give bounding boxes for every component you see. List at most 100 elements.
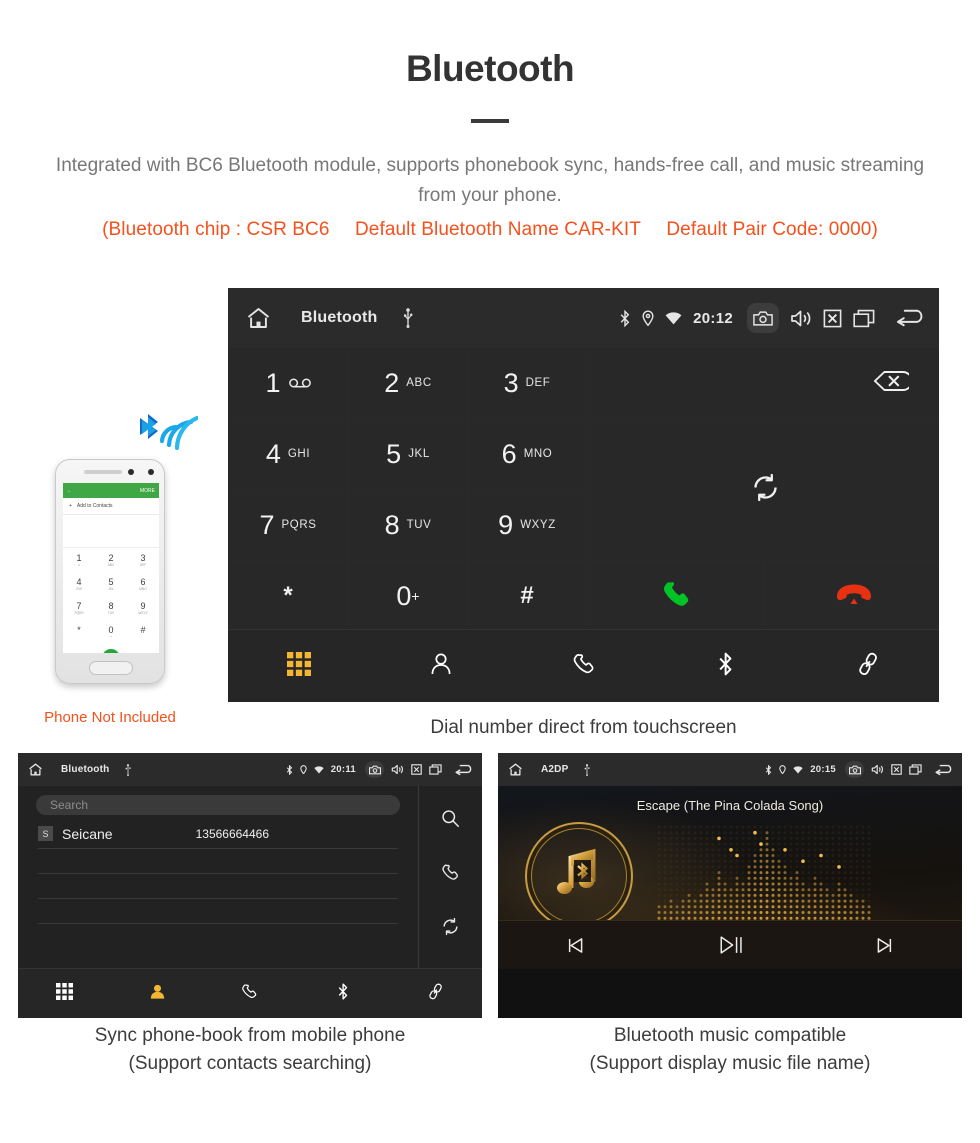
nav-dialpad[interactable] xyxy=(228,630,370,702)
phone-key-number: 9 xyxy=(140,600,146,611)
home-icon[interactable] xyxy=(28,763,43,776)
call-button[interactable] xyxy=(587,561,764,631)
dial-key-7[interactable]: 7 PQRS xyxy=(228,490,348,560)
nav-bluetooth[interactable] xyxy=(655,630,797,702)
close-box-icon[interactable] xyxy=(411,764,422,775)
dial-key-5[interactable]: 5 JKL xyxy=(349,419,467,489)
location-icon xyxy=(779,765,786,774)
bottom-navbar[interactable] xyxy=(228,629,939,702)
statusbar: Bluetooth 20:12 xyxy=(228,288,939,348)
dialpad-grid[interactable]: 1 2 ABC 3 DEF 4 GHI 5 JKL 6 MNO 7 PQRS 8 TUV 9 WXYZ * 0 + # xyxy=(228,348,939,631)
previous-track-icon[interactable] xyxy=(498,935,653,956)
phone-key-*[interactable]: * xyxy=(63,620,95,644)
page-title: Bluetooth xyxy=(405,48,575,89)
caption-line-2: (Support display music file name) xyxy=(589,1053,871,1074)
sync-icon[interactable] xyxy=(441,917,460,941)
hangup-button[interactable] xyxy=(765,561,939,631)
location-icon xyxy=(642,310,654,326)
phone-key-#[interactable]: # xyxy=(127,620,159,644)
music-stage: Escape (The Pina Colada Song) xyxy=(498,786,962,969)
play-pause-icon[interactable] xyxy=(653,932,808,958)
camera-icon[interactable] xyxy=(845,761,864,778)
dial-key-9[interactable]: 9 WXYZ xyxy=(468,490,586,560)
table-row[interactable]: S Seicane 13566664466 xyxy=(38,819,398,849)
dial-key-3[interactable]: 3 DEF xyxy=(468,348,586,418)
nav-contacts[interactable] xyxy=(370,630,512,702)
recents-icon[interactable] xyxy=(429,764,442,775)
phone-key-1[interactable]: 1 ∞ xyxy=(63,548,95,572)
backspace-button[interactable] xyxy=(587,348,939,418)
usb-icon xyxy=(584,763,591,776)
key-sub: MNO xyxy=(523,448,553,460)
phone-key-8[interactable]: 8 TUV xyxy=(95,596,127,620)
statusbar: Bluetooth 20:11 xyxy=(18,753,482,786)
back-icon[interactable] xyxy=(896,308,927,328)
close-box-icon[interactable] xyxy=(891,764,902,775)
contact-name: Seicane xyxy=(62,825,113,842)
search-icon[interactable] xyxy=(441,809,460,833)
phone-home-button[interactable] xyxy=(89,661,133,675)
search-input[interactable]: Search xyxy=(36,795,400,815)
phone-key-number: # xyxy=(140,624,146,635)
phone-add-contact-row[interactable]: + Add to Contacts xyxy=(63,498,159,515)
back-icon[interactable] xyxy=(935,764,954,776)
usb-icon xyxy=(403,308,413,328)
sync-icon xyxy=(751,473,780,507)
camera-icon[interactable] xyxy=(365,761,384,778)
nav-call-log[interactable] xyxy=(204,969,297,1018)
dial-key-hash[interactable]: # xyxy=(468,561,586,631)
call-log-icon xyxy=(572,652,596,681)
home-icon[interactable] xyxy=(246,307,271,329)
bottom-navbar[interactable] xyxy=(18,968,482,1018)
sync-button[interactable] xyxy=(587,419,939,560)
phone-more-label[interactable]: MORE xyxy=(140,488,155,494)
key-number: 4 xyxy=(265,438,281,469)
phone-key-9[interactable]: 9 WXYZ xyxy=(127,596,159,620)
volume-icon[interactable] xyxy=(871,764,884,775)
phone-key-4[interactable]: 4 GHI xyxy=(63,572,95,596)
backspace-icon xyxy=(873,370,913,397)
dial-key-4[interactable]: 4 GHI xyxy=(228,419,348,489)
caption-main: Dial number direct from touchscreen xyxy=(430,717,737,738)
dial-key-8[interactable]: 8 TUV xyxy=(349,490,467,560)
phone-camera-icon xyxy=(148,469,154,475)
camera-icon[interactable] xyxy=(747,303,779,333)
next-track-icon[interactable] xyxy=(807,935,962,956)
phone-key-3[interactable]: 3 DEF xyxy=(127,548,159,572)
nav-dialpad[interactable] xyxy=(18,969,111,1018)
phone-key-sub: ABC xyxy=(107,562,115,567)
dial-key-1[interactable]: 1 xyxy=(228,348,348,418)
close-box-icon[interactable] xyxy=(823,309,842,328)
phone-key-7[interactable]: 7 PQRS xyxy=(63,596,95,620)
volume-icon[interactable] xyxy=(790,309,812,328)
call-icon[interactable] xyxy=(441,863,460,887)
nav-contacts[interactable] xyxy=(111,969,204,1018)
home-icon[interactable] xyxy=(508,763,523,776)
album-art xyxy=(525,822,633,930)
phone-key-6[interactable]: 6 MNO xyxy=(127,572,159,596)
dial-key-2[interactable]: 2 ABC xyxy=(349,348,467,418)
phone-dialpad[interactable]: 1 ∞ 2 ABC 3 DEF 4 GHI 5 JKL 6 MNO 7 PQRS 8 TUV 9 WXYZ * 0 +… xyxy=(63,548,159,644)
nav-bluetooth[interactable] xyxy=(296,969,389,1018)
dial-key-star[interactable]: * xyxy=(228,561,348,631)
phone-key-2[interactable]: 2 ABC xyxy=(95,548,127,572)
phone-key-0[interactable]: 0 + xyxy=(95,620,127,644)
player-controls[interactable] xyxy=(498,920,962,969)
nav-link[interactable] xyxy=(389,969,482,1018)
bluetooth-icon xyxy=(286,764,293,775)
key-sub: PQRS xyxy=(281,519,317,531)
back-icon[interactable] xyxy=(455,764,474,776)
dial-key-0[interactable]: 0 + xyxy=(349,561,467,631)
phone-key-sub xyxy=(79,635,80,639)
recents-icon[interactable] xyxy=(909,764,922,775)
key-sub: WXYZ xyxy=(520,519,556,531)
volume-icon[interactable] xyxy=(391,764,404,775)
phone-call-button[interactable] xyxy=(95,649,127,653)
add-contact-label: Add to Contacts xyxy=(76,503,113,509)
nav-call-log[interactable] xyxy=(512,630,654,702)
phone-key-5[interactable]: 5 JKL xyxy=(95,572,127,596)
recents-icon[interactable] xyxy=(853,309,875,328)
back-arrow-icon[interactable]: ← xyxy=(67,488,72,494)
nav-link[interactable] xyxy=(797,630,939,702)
dial-key-6[interactable]: 6 MNO xyxy=(468,419,586,489)
